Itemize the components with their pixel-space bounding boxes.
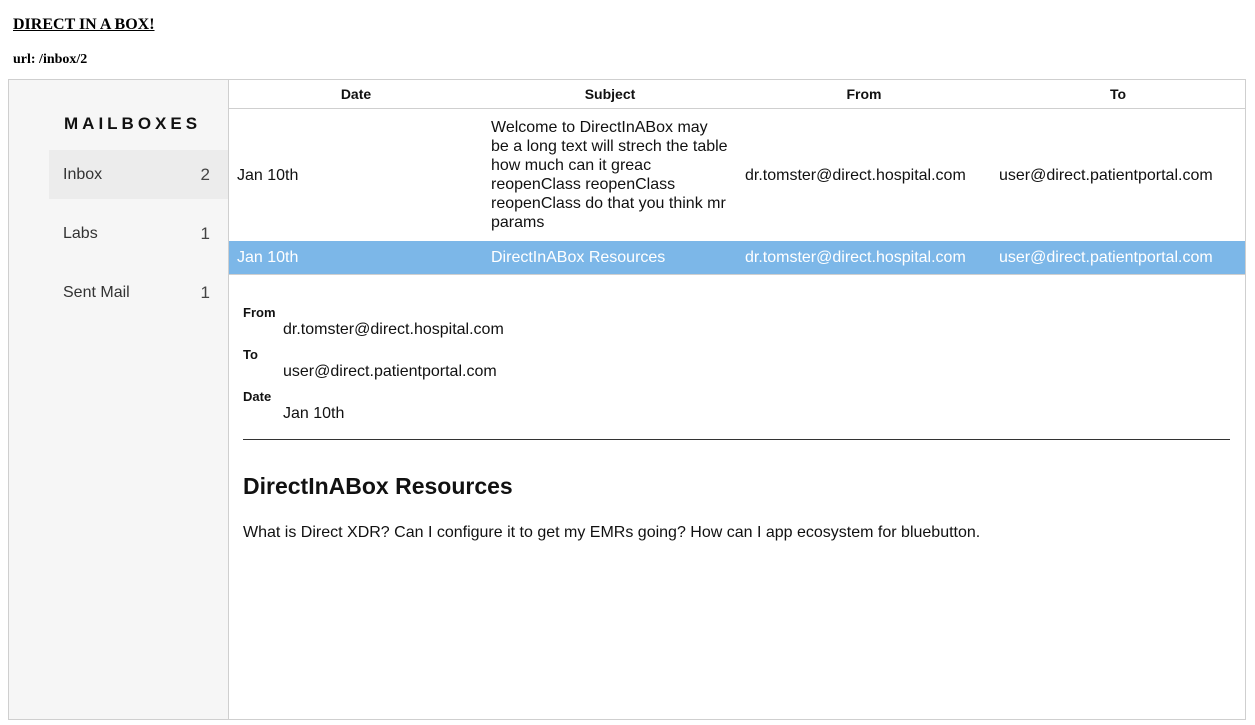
message-reader: From dr.tomster@direct.hospital.com To u… bbox=[229, 275, 1245, 542]
cell-date: Jan 10th bbox=[229, 241, 483, 274]
date-value: Jan 10th bbox=[283, 405, 345, 422]
url-indicator: url: /inbox/2 bbox=[13, 52, 88, 67]
cell-from: dr.tomster@direct.hospital.com bbox=[737, 241, 991, 274]
column-header-subject: Subject bbox=[483, 80, 737, 109]
unread-count: 1 bbox=[200, 223, 210, 243]
divider bbox=[243, 439, 1230, 440]
unread-count: 1 bbox=[200, 282, 210, 302]
to-value: user@direct.patientportal.com bbox=[283, 363, 497, 380]
mail-app: MAILBOXES Inbox 2 Labs 1 Sent Mail 1 Dat… bbox=[8, 79, 1246, 720]
table-row[interactable]: Jan 10th Welcome to DirectInABox may be … bbox=[229, 109, 1245, 242]
column-header-to: To bbox=[991, 80, 1245, 109]
message-table: Date Subject From To Jan 10th Welcome to… bbox=[229, 80, 1245, 274]
cell-date: Jan 10th bbox=[237, 166, 299, 184]
sidebar-item-label: Sent Mail bbox=[63, 283, 130, 301]
message-subject: DirectInABox Resources bbox=[243, 473, 513, 499]
cell-subject: Welcome to DirectInABox may be a long te… bbox=[491, 119, 728, 231]
sidebar-title: MAILBOXES bbox=[64, 114, 202, 133]
table-header-row: Date Subject From To bbox=[229, 80, 1245, 109]
mailbox-sidebar: MAILBOXES Inbox 2 Labs 1 Sent Mail 1 bbox=[9, 80, 229, 719]
to-label: To bbox=[243, 347, 258, 362]
sidebar-item-label: Labs bbox=[63, 224, 98, 242]
cell-to: user@direct.patientportal.com bbox=[991, 241, 1245, 274]
date-label: Date bbox=[243, 389, 272, 404]
sidebar-item-inbox[interactable]: Inbox 2 bbox=[49, 150, 228, 199]
column-header-date: Date bbox=[229, 80, 483, 109]
unread-count: 2 bbox=[200, 164, 210, 184]
from-value: dr.tomster@direct.hospital.com bbox=[283, 321, 504, 338]
cell-from: dr.tomster@direct.hospital.com bbox=[745, 166, 966, 184]
table-row-selected[interactable]: Jan 10th DirectInABox Resources dr.tomst… bbox=[229, 241, 1245, 274]
cell-subject: DirectInABox Resources bbox=[483, 241, 737, 274]
sidebar-item-sent-mail[interactable]: Sent Mail 1 bbox=[49, 268, 228, 317]
mail-main: Date Subject From To Jan 10th Welcome to… bbox=[229, 80, 1245, 719]
from-label: From bbox=[243, 305, 276, 320]
sidebar-item-label: Inbox bbox=[63, 165, 103, 183]
sidebar-item-labs[interactable]: Labs 1 bbox=[49, 209, 228, 258]
message-list: Date Subject From To Jan 10th Welcome to… bbox=[229, 80, 1245, 275]
app-title[interactable]: DIRECT IN A BOX! bbox=[13, 16, 155, 34]
cell-to: user@direct.patientportal.com bbox=[999, 166, 1213, 184]
message-body: What is Direct XDR? Can I configure it t… bbox=[243, 524, 981, 541]
column-header-from: From bbox=[737, 80, 991, 109]
